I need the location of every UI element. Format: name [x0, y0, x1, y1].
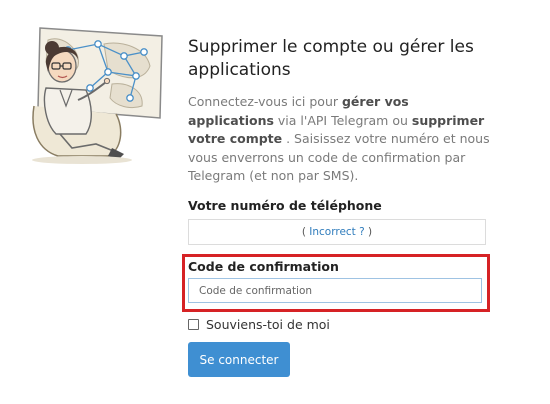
login-page: Supprimer le compte ou gérer les applica… [0, 0, 550, 404]
intro-part-2: via l'API Telegram ou [273, 112, 412, 128]
telegram-lady-illustration [32, 27, 163, 164]
intro-text: Connectez-vous ici pour gérer vos applic… [188, 93, 493, 186]
remember-label: Souviens-toi de moi [206, 317, 330, 332]
phone-close-paren: ) [364, 226, 373, 238]
code-input[interactable] [188, 278, 482, 303]
page-title: Supprimer le compte ou gérer les applica… [188, 37, 474, 80]
code-label: Code de confirmation [188, 259, 339, 274]
phone-display: ( Incorrect ? ) [188, 219, 486, 245]
phone-label: Votre numéro de téléphone [188, 198, 382, 213]
login-button[interactable]: Se connecter [188, 342, 290, 377]
intro-section: Supprimer le compte ou gérer les applica… [188, 36, 493, 186]
remember-me[interactable]: Souviens-toi de moi [188, 317, 330, 332]
incorrect-link[interactable]: Incorrect ? [309, 226, 364, 238]
intro-part-1: Connectez-vous ici pour [188, 94, 342, 109]
remember-checkbox[interactable] [188, 319, 199, 330]
